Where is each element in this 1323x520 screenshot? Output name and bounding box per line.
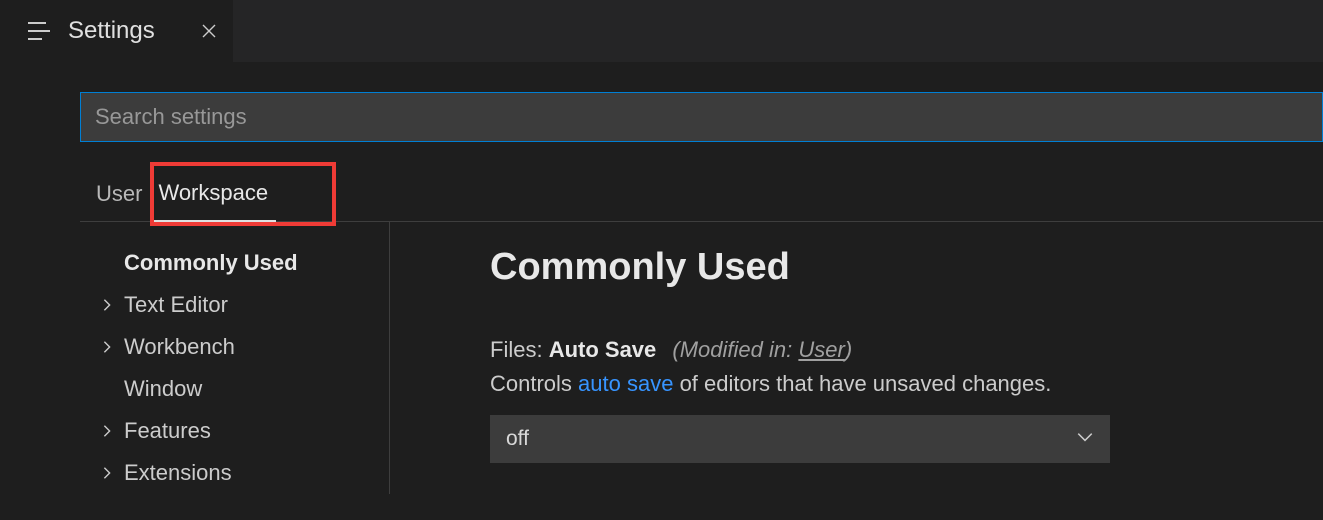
setting-label: Files: Auto Save (Modified in: User) xyxy=(490,337,1323,363)
chevron-right-icon xyxy=(100,424,124,438)
setting-modified-suffix: ) xyxy=(845,337,852,362)
settings-body: Commonly Used Files: Auto Save (Modified… xyxy=(390,222,1323,494)
toc-item-commonly-used[interactable]: Commonly Used xyxy=(100,242,389,284)
close-icon[interactable] xyxy=(195,17,223,45)
toc-item-label: Features xyxy=(124,418,211,444)
chevron-right-icon xyxy=(100,466,124,480)
settings-toc: Commonly Used Text Editor Workbench Wind… xyxy=(80,222,390,494)
autosave-select[interactable]: off xyxy=(490,415,1110,463)
tab-workspace[interactable]: Workspace xyxy=(150,170,276,222)
toc-item-extensions[interactable]: Extensions xyxy=(100,452,389,494)
toc-item-text-editor[interactable]: Text Editor xyxy=(100,284,389,326)
setting-modified-prefix: (Modified in: xyxy=(672,337,792,362)
scope-tabs: User Workspace xyxy=(80,170,1323,222)
toc-item-workbench[interactable]: Workbench xyxy=(100,326,389,368)
chevron-down-icon xyxy=(1076,428,1094,451)
tab-user[interactable]: User xyxy=(88,171,150,221)
toc-item-features[interactable]: Features xyxy=(100,410,389,452)
setting-desc-after: of editors that have unsaved changes. xyxy=(673,371,1051,396)
toc-item-label: Text Editor xyxy=(124,292,228,318)
search-input[interactable] xyxy=(80,92,1323,142)
select-value: off xyxy=(506,427,529,451)
toc-item-label: Extensions xyxy=(124,460,232,486)
menu-icon[interactable] xyxy=(28,22,50,40)
toc-item-label: Workbench xyxy=(124,334,235,360)
toc-item-window[interactable]: Window xyxy=(100,368,389,410)
settings-split: Commonly Used Text Editor Workbench Wind… xyxy=(80,222,1323,494)
tab-title: Settings xyxy=(68,17,155,45)
setting-name: Auto Save xyxy=(549,337,657,362)
toc-item-label: Commonly Used xyxy=(124,250,298,276)
titlebar: Settings xyxy=(0,0,1323,62)
setting-category: Files: xyxy=(490,337,543,362)
setting-modified-link[interactable]: User xyxy=(798,337,844,362)
setting-desc-before: Controls xyxy=(490,371,578,396)
chevron-right-icon xyxy=(100,298,124,312)
chevron-right-icon xyxy=(100,340,124,354)
setting-modified-indicator: (Modified in: User) xyxy=(672,337,852,362)
toc-item-label: Window xyxy=(124,376,202,402)
setting-description: Controls auto save of editors that have … xyxy=(490,371,1323,397)
tab-spacer xyxy=(233,0,1323,62)
search-wrapper xyxy=(80,92,1323,142)
setting-desc-link[interactable]: auto save xyxy=(578,371,673,396)
settings-content: User Workspace Commonly Used Text Editor xyxy=(0,62,1323,494)
section-heading: Commonly Used xyxy=(490,246,1323,289)
